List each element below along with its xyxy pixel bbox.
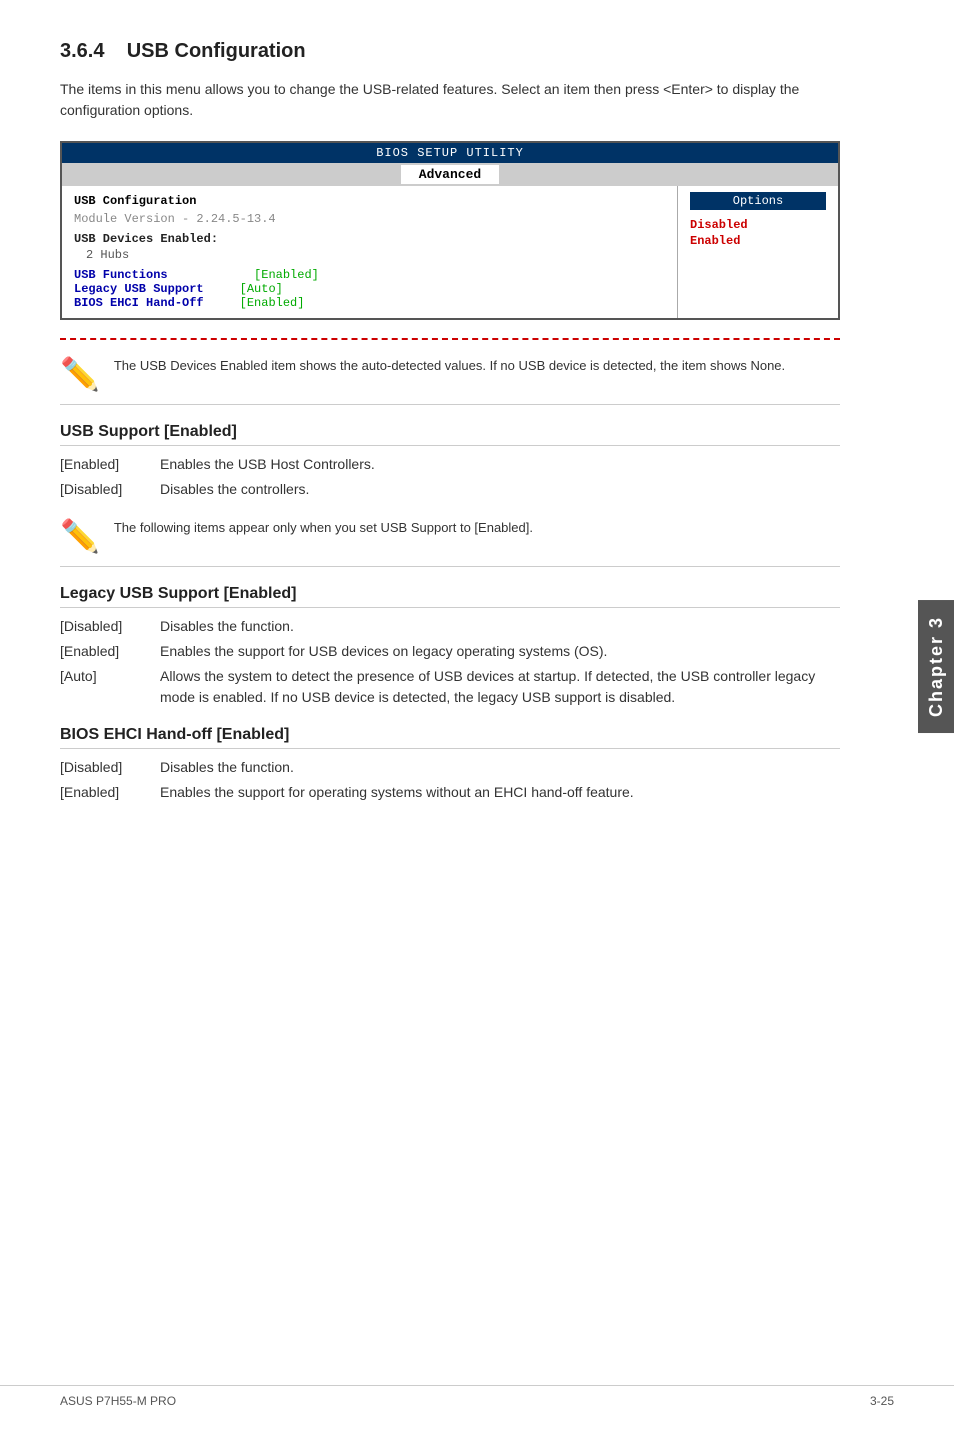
legacy-usb-option-auto: [Auto] Allows the system to detect the p… bbox=[60, 666, 840, 708]
intro-text: The items in this menu allows you to cha… bbox=[60, 79, 840, 121]
bios-ehci-desc-disabled: Disables the function. bbox=[160, 757, 840, 778]
note-box-2: ✏️ The following items appear only when … bbox=[60, 518, 840, 567]
bios-ehci-option-enabled: [Enabled] Enables the support for operat… bbox=[60, 782, 840, 803]
footer-left: ASUS P7H55-M PRO bbox=[60, 1394, 176, 1408]
bios-sidebar-title: Options bbox=[690, 192, 826, 210]
bios-setting-usb-functions: USB Functions [Enabled] bbox=[74, 268, 319, 282]
bios-ehci-desc-enabled: Enables the support for operating system… bbox=[160, 782, 840, 803]
footer-right: 3-25 bbox=[870, 1394, 894, 1408]
bios-settings-list: USB Functions [Enabled] Legacy USB Suppo… bbox=[74, 268, 319, 310]
bios-devices-value: 2 Hubs bbox=[74, 248, 665, 262]
dashed-separator bbox=[60, 338, 840, 340]
subsection-bios-ehci: BIOS EHCI Hand-off [Enabled] [Disabled] … bbox=[60, 726, 840, 803]
legacy-usb-option-enabled: [Enabled] Enables the support for USB de… bbox=[60, 641, 840, 662]
bios-ehci-key-enabled: [Enabled] bbox=[60, 782, 160, 803]
bios-settings-row: USB Functions [Enabled] Legacy USB Suppo… bbox=[74, 268, 665, 310]
usb-support-key-enabled: [Enabled] bbox=[60, 454, 160, 475]
legacy-usb-option-disabled: [Disabled] Disables the function. bbox=[60, 616, 840, 637]
usb-support-desc-disabled: Disables the controllers. bbox=[160, 479, 840, 500]
usb-support-option-enabled: [Enabled] Enables the USB Host Controlle… bbox=[60, 454, 840, 475]
section-title: 3.6.4 USB Configuration bbox=[60, 40, 840, 63]
bios-setting-val-legacy-usb: [Auto] bbox=[240, 282, 283, 296]
subsection-legacy-usb: Legacy USB Support [Enabled] [Disabled] … bbox=[60, 585, 840, 708]
note-text-1: The USB Devices Enabled item shows the a… bbox=[114, 356, 785, 376]
legacy-usb-desc-enabled: Enables the support for USB devices on l… bbox=[160, 641, 840, 662]
bios-sidebar: Options Disabled Enabled bbox=[678, 186, 838, 318]
bios-tab-advanced: Advanced bbox=[401, 165, 499, 184]
bios-option-enabled: Enabled bbox=[690, 234, 826, 248]
bios-box: BIOS SETUP UTILITY Advanced USB Configur… bbox=[60, 141, 840, 320]
bios-ehci-title: BIOS EHCI Hand-off [Enabled] bbox=[60, 726, 840, 749]
bios-tab-row: Advanced bbox=[62, 163, 838, 186]
bios-body: USB Configuration Module Version - 2.24.… bbox=[62, 186, 838, 318]
usb-support-title: USB Support [Enabled] bbox=[60, 423, 840, 446]
legacy-usb-desc-disabled: Disables the function. bbox=[160, 616, 840, 637]
bios-option-disabled: Disabled bbox=[690, 218, 826, 232]
bios-header: BIOS SETUP UTILITY bbox=[62, 143, 838, 163]
legacy-usb-key-auto: [Auto] bbox=[60, 666, 160, 708]
bios-setting-val-ehci: [Enabled] bbox=[240, 296, 305, 310]
note-text-2: The following items appear only when you… bbox=[114, 518, 533, 538]
legacy-usb-key-enabled: [Enabled] bbox=[60, 641, 160, 662]
pencil-icon-1: ✏️ bbox=[60, 358, 100, 390]
bios-setting-legacy-usb: Legacy USB Support [Auto] bbox=[74, 282, 319, 296]
subsection-usb-support: USB Support [Enabled] [Enabled] Enables … bbox=[60, 423, 840, 500]
legacy-usb-title: Legacy USB Support [Enabled] bbox=[60, 585, 840, 608]
chapter-label: Chapter 3 bbox=[926, 616, 946, 717]
bios-main-panel: USB Configuration Module Version - 2.24.… bbox=[62, 186, 678, 318]
usb-support-option-disabled: [Disabled] Disables the controllers. bbox=[60, 479, 840, 500]
page-content: 3.6.4 USB Configuration The items in thi… bbox=[0, 0, 900, 881]
note-box-1: ✏️ The USB Devices Enabled item shows th… bbox=[60, 356, 840, 405]
page-footer: ASUS P7H55-M PRO 3-25 bbox=[0, 1385, 954, 1408]
bios-setting-ehci: BIOS EHCI Hand-Off [Enabled] bbox=[74, 296, 319, 310]
legacy-usb-key-disabled: [Disabled] bbox=[60, 616, 160, 637]
chapter-tab: Chapter 3 bbox=[918, 600, 954, 733]
bios-devices-label: USB Devices Enabled: bbox=[74, 232, 665, 246]
bios-ehci-key-disabled: [Disabled] bbox=[60, 757, 160, 778]
pencil-icon-2: ✏️ bbox=[60, 520, 100, 552]
bios-setting-name-legacy-usb: Legacy USB Support bbox=[74, 282, 204, 296]
bios-ehci-option-disabled: [Disabled] Disables the function. bbox=[60, 757, 840, 778]
section-heading: USB Configuration bbox=[127, 40, 306, 62]
usb-support-desc-enabled: Enables the USB Host Controllers. bbox=[160, 454, 840, 475]
legacy-usb-desc-auto: Allows the system to detect the presence… bbox=[160, 666, 840, 708]
bios-setting-val-usb-functions: [Enabled] bbox=[254, 268, 319, 282]
bios-main-title: USB Configuration bbox=[74, 194, 665, 208]
bios-setting-name-ehci: BIOS EHCI Hand-Off bbox=[74, 296, 204, 310]
bios-setting-name-usb-functions: USB Functions bbox=[74, 268, 168, 282]
section-number: 3.6.4 bbox=[60, 40, 104, 62]
usb-support-key-disabled: [Disabled] bbox=[60, 479, 160, 500]
bios-module-ver: Module Version - 2.24.5-13.4 bbox=[74, 212, 665, 226]
